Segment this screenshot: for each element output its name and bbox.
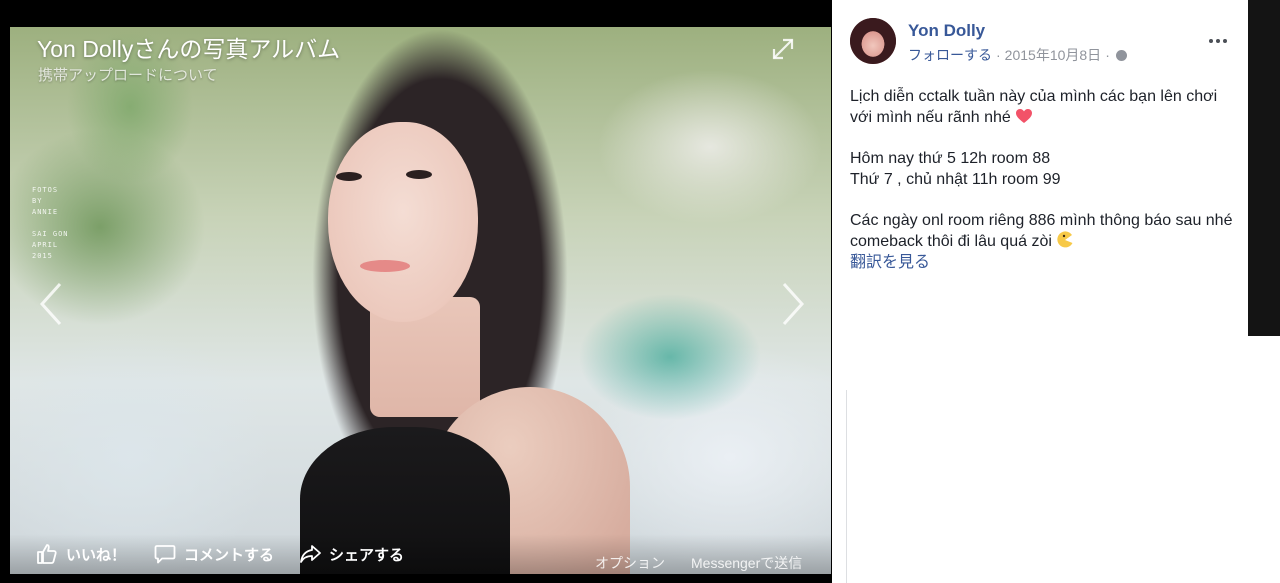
photo-subject-lips — [360, 260, 410, 272]
pacman-emoji-icon — [1057, 231, 1073, 248]
comment-button[interactable]: コメントする — [154, 534, 274, 574]
see-translation-link[interactable]: 翻訳を見る — [850, 252, 1240, 273]
heart-emoji-icon — [1015, 109, 1032, 123]
thumbs-up-icon — [37, 544, 57, 564]
album-title[interactable]: Yon Dollyさんの写真アルバム — [37, 30, 340, 64]
share-icon — [300, 545, 321, 563]
photo-subject-face — [328, 122, 478, 322]
album-subtitle[interactable]: 携帯アップロードについて — [38, 64, 218, 85]
post-line: Các ngày onl room riêng 886 mình thông b… — [850, 212, 1233, 250]
share-button[interactable]: シェアする — [299, 534, 404, 574]
photo[interactable]: FOTOS BY ANNIE SAI GON APRIL 2015 — [10, 27, 831, 574]
comment-icon — [154, 545, 176, 564]
more-icon[interactable] — [1206, 30, 1230, 52]
post-author-name[interactable]: Yon Dolly — [908, 21, 985, 41]
globe-icon — [1115, 49, 1127, 61]
page-edge-strip — [1248, 0, 1280, 336]
share-label: シェアする — [329, 546, 405, 564]
chevron-left-icon[interactable] — [36, 280, 66, 328]
photo-watermark: FOTOS BY ANNIE SAI GON APRIL 2015 — [32, 186, 69, 260]
expand-icon[interactable] — [770, 36, 796, 62]
post-date[interactable]: 2015年10月8日 — [1005, 45, 1102, 65]
post-text: Lịch diễn cctalk tuần này của mình các b… — [850, 86, 1240, 273]
photo-subject-eye — [336, 172, 362, 181]
panel-divider — [846, 390, 847, 583]
like-button[interactable]: いいね！ — [36, 534, 126, 574]
send-in-messenger-button[interactable]: Messengerで送信 — [691, 553, 802, 573]
comment-label: コメントする — [184, 546, 275, 564]
photo-viewer: FOTOS BY ANNIE SAI GON APRIL 2015 Yon Do… — [0, 0, 832, 583]
photo-action-bar: いいね！ コメントする シェアする オプション Messengerで送信 — [10, 534, 831, 574]
post-line: Lịch diễn cctalk tuần này của mình các b… — [850, 88, 1218, 126]
post-line: Thứ 7 , chủ nhật 11h room 99 — [850, 171, 1061, 188]
like-label: いいね！ — [66, 546, 127, 564]
options-button[interactable]: オプション — [595, 553, 665, 573]
post-meta: フォローする · 2015年10月8日 · — [908, 45, 1127, 65]
follow-link[interactable]: フォローする — [908, 45, 992, 65]
chevron-right-icon[interactable] — [778, 280, 808, 328]
post-line: Hôm nay thứ 5 12h room 88 — [850, 150, 1051, 167]
avatar[interactable] — [850, 18, 896, 64]
photo-subject-eye — [406, 170, 432, 179]
